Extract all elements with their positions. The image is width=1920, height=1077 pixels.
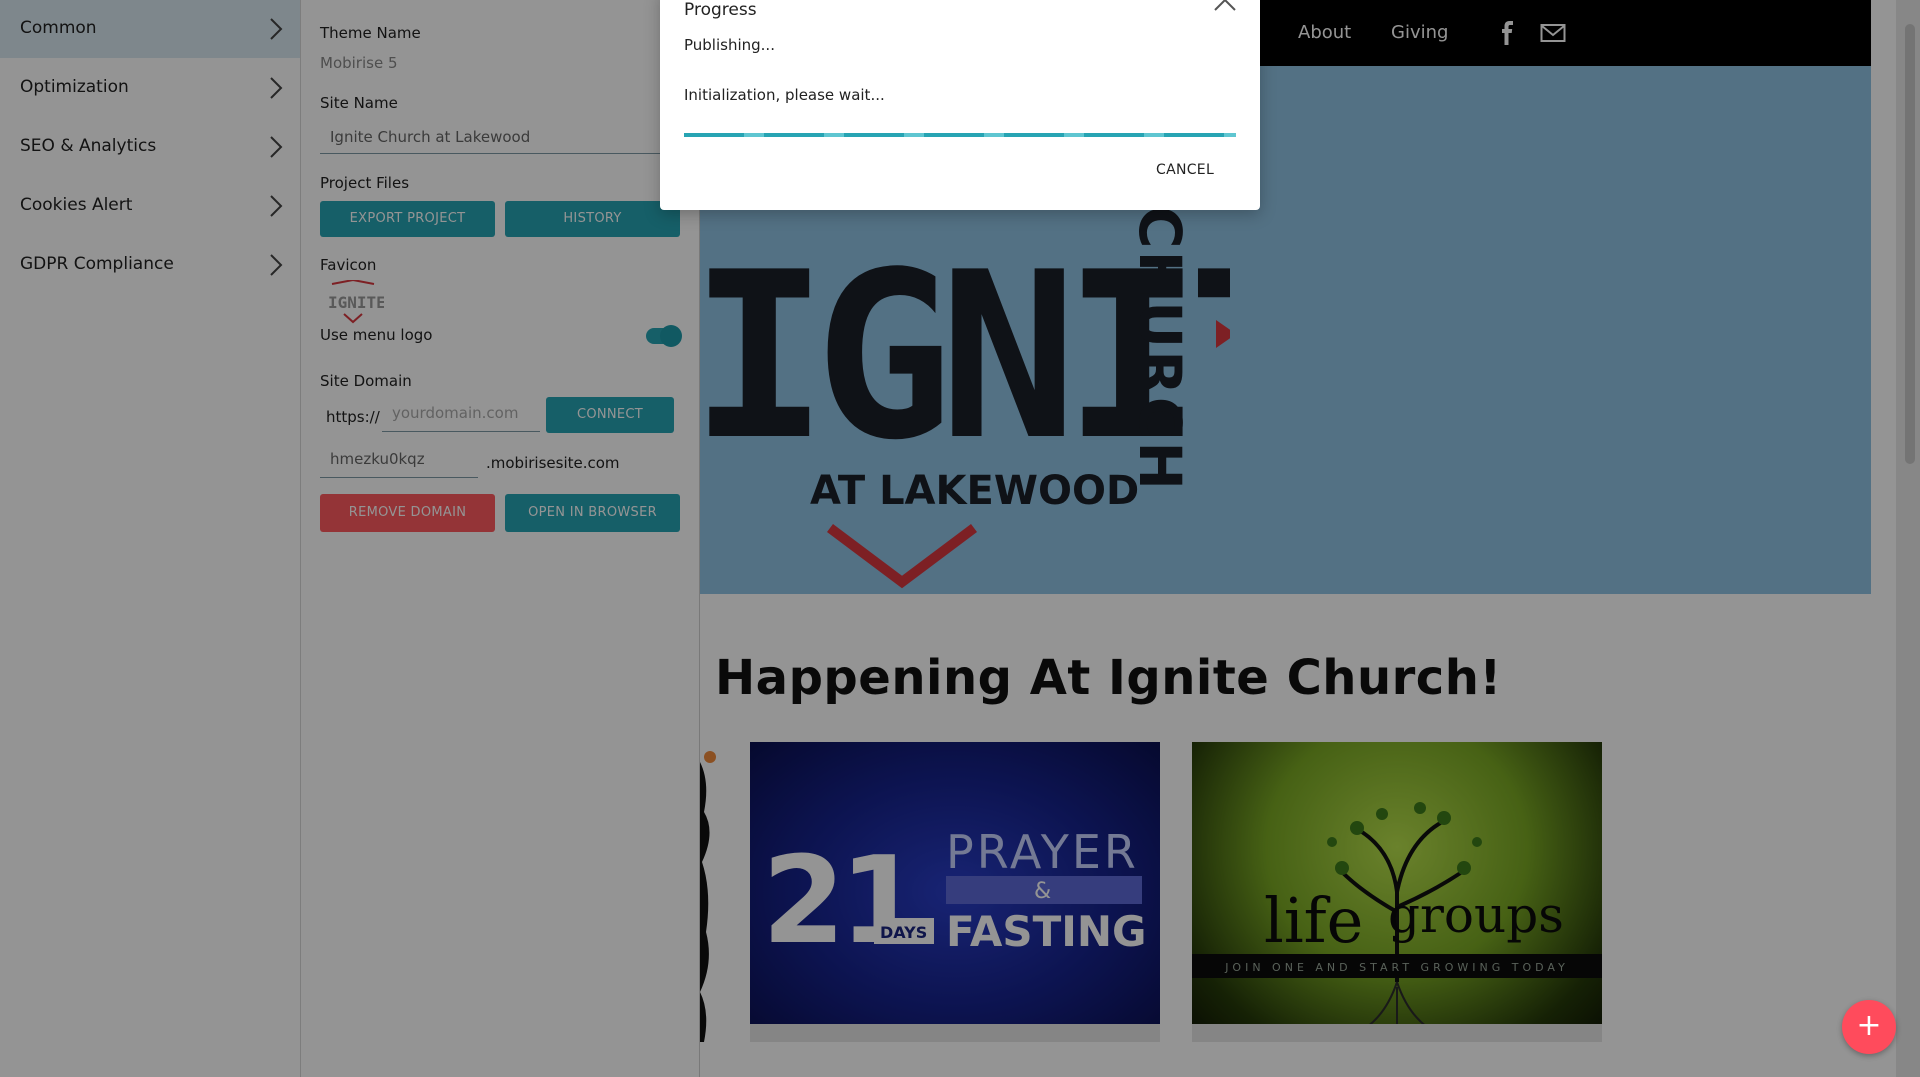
dialog-detail-text: Initialization, please wait... bbox=[684, 86, 885, 104]
publish-progress-bar bbox=[684, 133, 1236, 137]
chevron-up-icon[interactable] bbox=[1212, 0, 1238, 14]
dialog-status-text: Publishing... bbox=[684, 36, 775, 54]
dialog-cancel-button[interactable]: CANCEL bbox=[1156, 162, 1214, 178]
add-block-button[interactable]: + bbox=[1842, 1000, 1896, 1054]
dialog-title: Progress bbox=[684, 0, 757, 20]
progress-dialog: Progress Publishing... Initialization, p… bbox=[660, 0, 1260, 210]
publish-progress-fill bbox=[684, 133, 1236, 137]
